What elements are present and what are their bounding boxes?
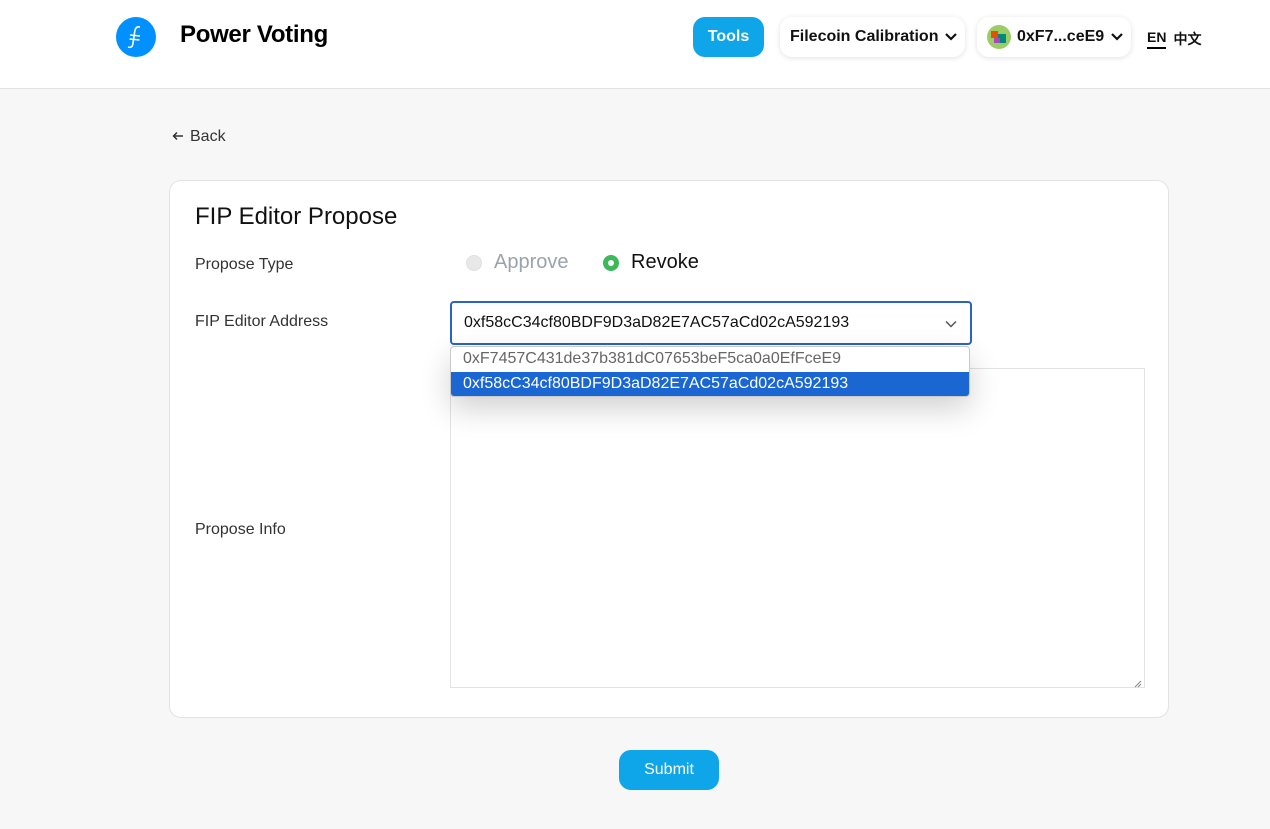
- selected-address-value: 0xf58cC34cf80BDF9D3aD82E7AC57aCd02cA5921…: [464, 314, 850, 331]
- radio-revoke-label: Revoke: [631, 251, 699, 273]
- account-button[interactable]: 0xF7...ceE9: [977, 17, 1131, 57]
- radio-unchecked-icon: [466, 254, 482, 271]
- editor-address-select[interactable]: 0xf58cC34cf80BDF9D3aD82E7AC57aCd02cA5921…: [450, 301, 972, 345]
- submit-button[interactable]: Submit: [619, 750, 719, 790]
- propose-info-label: Propose Info: [195, 521, 286, 538]
- propose-info-textarea[interactable]: [450, 368, 1145, 688]
- radio-approve[interactable]: Approve: [466, 251, 569, 274]
- top-navbar: Power Voting Tools Filecoin Calibration …: [0, 0, 1270, 89]
- lang-zh-option[interactable]: 中文: [1173, 29, 1201, 49]
- tools-button[interactable]: Tools: [693, 17, 764, 57]
- radio-revoke[interactable]: Revoke: [603, 251, 699, 274]
- back-link[interactable]: Back: [172, 128, 226, 146]
- network-label: Filecoin Calibration: [790, 28, 939, 45]
- form-title: FIP Editor Propose: [195, 203, 398, 230]
- radio-approve-label: Approve: [494, 251, 569, 273]
- lang-en-option[interactable]: EN: [1147, 29, 1167, 49]
- resize-handle-icon[interactable]: [1132, 675, 1166, 715]
- avatar-icon: [987, 25, 1011, 49]
- app-title: Power Voting: [180, 21, 328, 48]
- address-option[interactable]: 0xF7457C431de37b381dC07653beF5ca0a0EfFce…: [451, 347, 969, 372]
- propose-form-card: FIP Editor Propose Propose Type Approve …: [169, 180, 1169, 718]
- language-switcher: EN 中文: [1147, 29, 1201, 49]
- filecoin-logo-icon[interactable]: [116, 17, 156, 57]
- chevron-down-icon: [944, 316, 958, 334]
- arrow-left-icon: [172, 128, 184, 146]
- radio-checked-icon: [603, 254, 619, 271]
- chevron-down-icon: [944, 32, 958, 42]
- network-selector[interactable]: Filecoin Calibration: [780, 17, 965, 57]
- back-label: Back: [190, 128, 226, 145]
- address-dropdown-list: 0xF7457C431de37b381dC07653beF5ca0a0EfFce…: [450, 346, 970, 397]
- account-label: 0xF7...ceE9: [1017, 28, 1105, 45]
- address-label: FIP Editor Address: [195, 313, 329, 330]
- address-option-selected[interactable]: 0xf58cC34cf80BDF9D3aD82E7AC57aCd02cA5921…: [451, 371, 969, 396]
- chevron-down-icon: [1110, 32, 1124, 42]
- propose-type-label: Propose Type: [195, 256, 294, 273]
